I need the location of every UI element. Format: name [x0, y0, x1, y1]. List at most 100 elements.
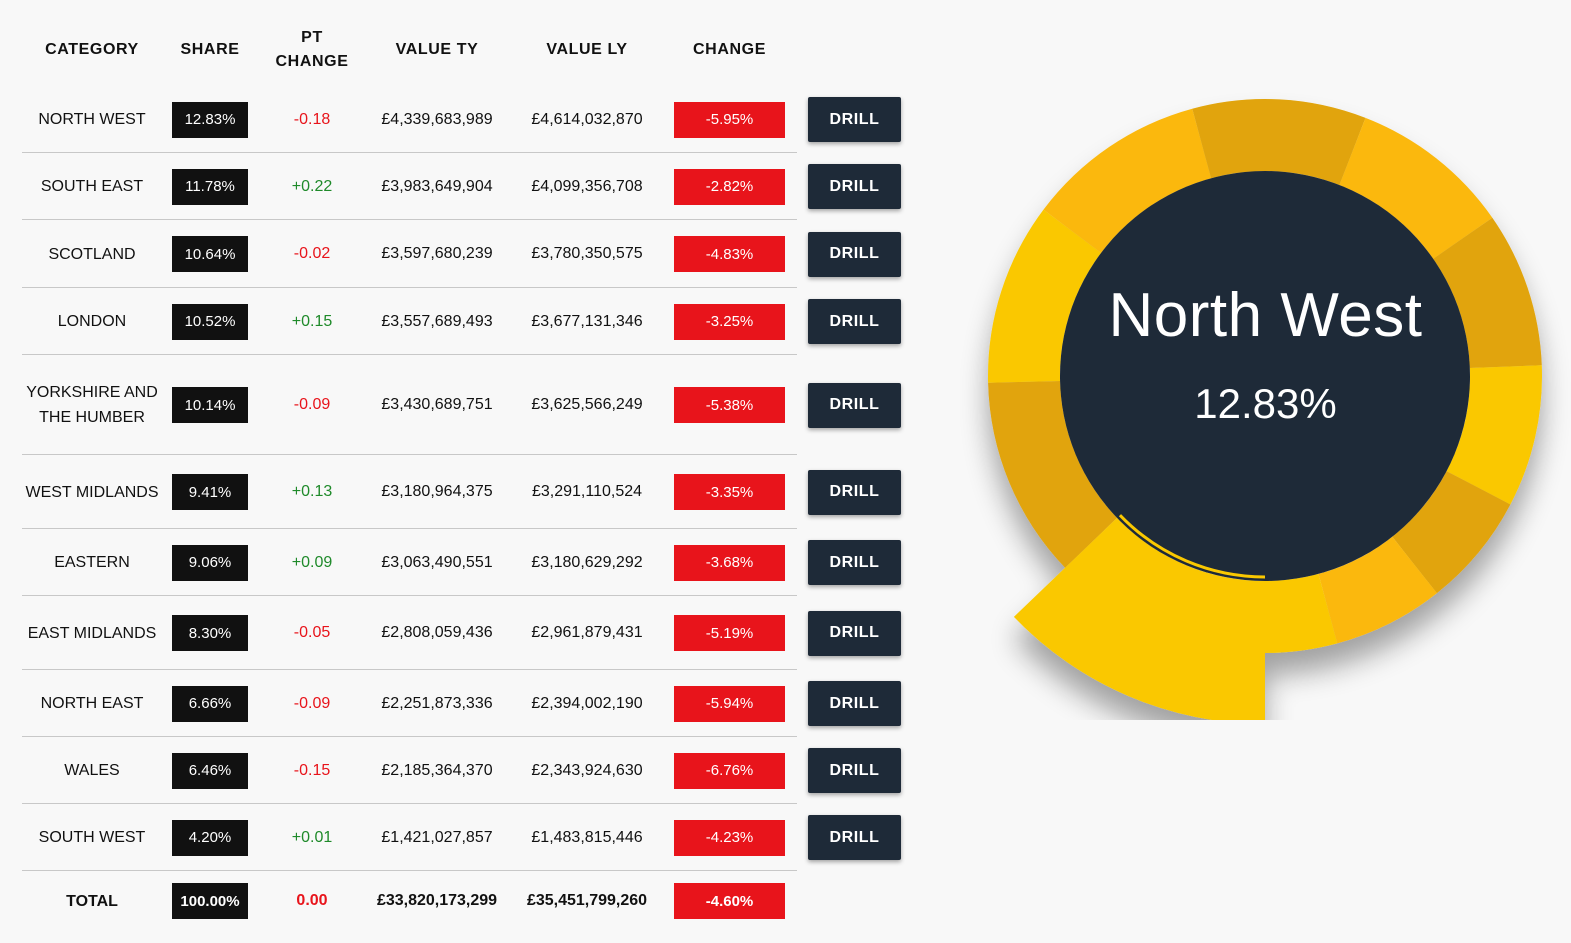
value-ty-cell: £3,063,490,551 — [381, 553, 493, 571]
value-ty-cell: £4,339,683,989 — [381, 110, 493, 128]
value-ty-cell: £2,808,059,436 — [381, 624, 493, 641]
table-row[interactable]: WEST MIDLANDS 9.41% +0.13 £3,180,964,375 £3,… — [22, 455, 912, 529]
drill-button[interactable]: DRILL — [808, 164, 901, 209]
category-cell: TOTAL — [66, 892, 118, 910]
table-row[interactable]: SCOTLAND 10.64% -0.02 £3,597,680,239 £3,780,… — [22, 220, 912, 288]
table-row[interactable]: EASTERN 9.06% +0.09 £3,063,490,551 £3,180,62… — [22, 529, 912, 596]
share-badge: 12.83% — [172, 101, 248, 138]
donut-center-title: North West — [1108, 281, 1423, 350]
table-row[interactable]: WALES 6.46% -0.15 £2,185,364,370 £2,343,924,… — [22, 737, 912, 804]
change-badge: -6.76% — [674, 752, 785, 789]
header-value-ty[interactable]: VALUE TY — [362, 0, 512, 100]
value-ty-cell: £2,185,364,370 — [381, 761, 493, 779]
table-row[interactable]: SOUTH WEST 4.20% +0.01 £1,421,027,857 £1,483… — [22, 804, 912, 871]
pt-change-cell: +0.15 — [291, 312, 333, 330]
share-badge: 9.06% — [172, 544, 248, 581]
category-cell: LONDON — [57, 313, 127, 330]
pt-change-cell: +0.13 — [291, 483, 333, 500]
drill-button[interactable]: DRILL — [808, 299, 901, 344]
share-cell: 100.00% — [172, 871, 248, 931]
change-badge: -3.35% — [674, 474, 785, 510]
drill-button[interactable]: DRILL — [808, 540, 901, 585]
change-badge: -5.38% — [674, 387, 785, 423]
drill-button[interactable]: DRILL — [808, 610, 901, 656]
change-cell: -5.95% — [674, 86, 785, 153]
table-row[interactable]: NORTH EAST 6.66% -0.09 £2,251,873,336 £2,394… — [22, 670, 912, 737]
header-pt-change[interactable]: PT CHANGE — [262, 0, 362, 100]
value-ly-cell: £4,614,032,870 — [531, 110, 643, 128]
table-row[interactable]: LONDON 10.52% +0.15 £3,557,689,493 £3,677,13… — [22, 288, 912, 355]
category-cell: SOUTH EAST — [40, 178, 144, 195]
share-cell: 9.41% — [172, 455, 248, 529]
drill-button[interactable]: DRILL — [808, 97, 901, 142]
drill-cell: DRILL — [808, 804, 901, 871]
change-cell: -2.82% — [674, 153, 785, 220]
drill-cell: DRILL — [808, 670, 901, 737]
drill-cell: DRILL — [808, 455, 901, 529]
value-ly-cell: £3,291,110,524 — [531, 483, 643, 500]
value-ly-cell: £1,483,815,446 — [531, 828, 643, 846]
share-badge: 10.14% — [172, 387, 248, 423]
change-badge: -4.23% — [674, 819, 785, 856]
share-cell: 6.66% — [172, 670, 248, 737]
share-badge: 100.00% — [172, 883, 248, 919]
drill-cell: DRILL — [808, 529, 901, 596]
share-badge: 6.66% — [172, 685, 248, 722]
value-ly-cell: £2,394,002,190 — [531, 694, 643, 712]
value-ty-cell: £33,820,173,299 — [376, 892, 498, 909]
pt-change-cell: -0.15 — [293, 761, 331, 779]
change-cell: -3.35% — [674, 455, 785, 529]
table-row[interactable]: SOUTH EAST 11.78% +0.22 £3,983,649,904 £4,09… — [22, 153, 912, 220]
value-ly-cell: £3,780,350,575 — [531, 245, 643, 262]
value-ly-cell: £2,343,924,630 — [531, 761, 643, 779]
value-ty-cell: £2,251,873,336 — [381, 694, 493, 712]
category-cell: EAST MIDLANDS — [27, 624, 157, 642]
header-share[interactable]: SHARE — [172, 0, 248, 100]
share-badge: 4.20% — [172, 819, 248, 856]
table-row[interactable]: NORTH WEST 12.83% -0.18 £4,339,683,989 £4,61… — [22, 86, 912, 153]
pt-change-cell: -0.02 — [293, 245, 331, 262]
change-cell: -6.76% — [674, 737, 785, 804]
category-cell: YORKSHIRE AND THE HUMBER — [26, 384, 158, 426]
header-value-ly[interactable]: VALUE LY — [512, 0, 662, 100]
pt-change-cell: +0.22 — [291, 177, 333, 195]
drill-button[interactable]: DRILL — [808, 382, 901, 428]
change-badge: -4.60% — [674, 883, 785, 919]
drill-button[interactable]: DRILL — [808, 469, 901, 515]
drill-cell: DRILL — [808, 288, 901, 355]
header-category[interactable]: CATEGORY — [22, 0, 162, 100]
value-ty-cell: £3,557,689,493 — [381, 312, 493, 330]
value-ly-cell: £2,961,879,431 — [531, 624, 643, 641]
change-cell: -4.60% — [674, 871, 785, 931]
share-cell: 4.20% — [172, 804, 248, 871]
donut-center — [1060, 171, 1470, 581]
change-cell: -4.23% — [674, 804, 785, 871]
value-ly-cell: £3,180,629,292 — [531, 553, 643, 571]
drill-button[interactable]: DRILL — [808, 815, 901, 860]
category-cell: WEST MIDLANDS — [25, 483, 159, 501]
value-ly-cell: £35,451,799,260 — [526, 892, 648, 909]
drill-cell: DRILL — [808, 220, 901, 288]
pt-change-cell: -0.18 — [293, 110, 331, 128]
table-row[interactable]: EAST MIDLANDS 8.30% -0.05 £2,808,059,436 £2,… — [22, 596, 912, 670]
category-cell: NORTH WEST — [38, 111, 146, 128]
change-badge: -3.68% — [674, 544, 785, 581]
share-badge: 8.30% — [172, 615, 248, 651]
share-cell: 12.83% — [172, 86, 248, 153]
value-ly-cell: £4,099,356,708 — [531, 177, 643, 195]
drill-cell: DRILL — [808, 737, 901, 804]
pt-change-cell: -0.05 — [293, 624, 331, 641]
share-cell: 8.30% — [172, 596, 248, 670]
table-header: CATEGORY SHARE PT CHANGE VALUE TY VALUE … — [22, 0, 912, 100]
pt-change-cell: -0.09 — [293, 396, 331, 413]
table-row[interactable]: YORKSHIRE AND THE HUMBER 10.14% -0.09 £3,43… — [22, 355, 912, 455]
total-row[interactable]: TOTAL 100.00% 0.00 £33,820,173,299 £35,451,7… — [22, 871, 912, 931]
drill-button[interactable]: DRILL — [808, 231, 901, 277]
drill-button[interactable]: DRILL — [808, 748, 901, 793]
value-ly-cell: £3,677,131,346 — [531, 312, 643, 330]
change-cell: -5.94% — [674, 670, 785, 737]
share-cell: 11.78% — [172, 153, 248, 220]
header-change[interactable]: CHANGE — [674, 0, 785, 100]
drill-button[interactable]: DRILL — [808, 681, 901, 726]
share-cell: 10.52% — [172, 288, 248, 355]
